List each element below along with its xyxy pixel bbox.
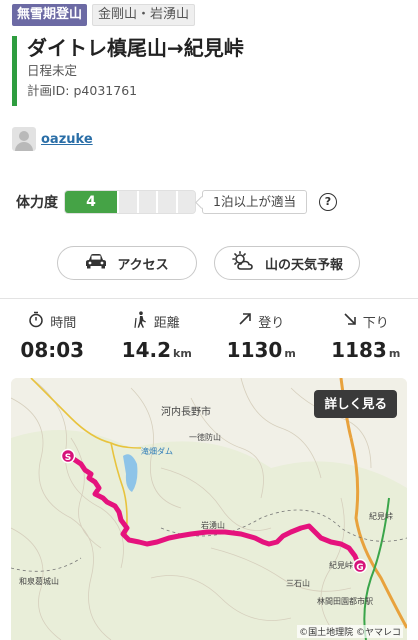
map-label-dam: 滝畑ダム <box>141 447 173 456</box>
schedule-text: 日程未定 <box>27 63 78 78</box>
stat-time: 時間 08:03 <box>0 310 105 362</box>
stat-ascent-label: 登り <box>258 315 285 331</box>
stamina-segment <box>156 191 176 213</box>
goal-label: G <box>356 563 363 573</box>
stat-descent-unit: m <box>388 347 401 360</box>
map-label-iwawaki: 岩湧山 <box>201 521 225 530</box>
stamina-level: 4 <box>65 191 117 213</box>
map-label-kimi: 紀見峠 <box>329 561 353 570</box>
hiker-icon <box>134 310 148 332</box>
arrow-down-right-icon <box>343 312 357 330</box>
access-button[interactable]: アクセス <box>57 246 197 280</box>
stat-ascent: 登り 1130 m <box>209 310 314 362</box>
stamina-note: 1泊以上が適当 <box>202 190 307 214</box>
stats-row: 時間 08:03 距離 14.2 km 登り 1130 m 下り 1183 m <box>0 310 418 362</box>
stat-distance-value: 14.2 <box>121 338 172 362</box>
arrow-up-right-icon <box>238 312 252 330</box>
season-tag: 無雪期登山 <box>12 4 88 26</box>
stat-descent-value: 1183 <box>331 338 387 362</box>
stamina-row: 体力度 4 1泊以上が適当 ? <box>16 190 337 214</box>
stamina-segment <box>117 191 137 213</box>
route-map[interactable]: S G 河内長野市 一徳防山 滝畑ダム 岩湧山 紀見峠 紀見峠 三石山 林間田園… <box>11 378 407 640</box>
stat-distance: 距離 14.2 km <box>105 310 210 362</box>
access-label: アクセス <box>117 257 169 273</box>
stamina-segment <box>175 191 195 213</box>
stat-ascent-value: 1130 <box>226 338 283 362</box>
stat-time-label: 時間 <box>50 315 77 331</box>
area-tag[interactable]: 金剛山・岩湧山 <box>92 4 196 26</box>
timer-icon <box>28 311 44 332</box>
map-detail-button[interactable]: 詳しく見る <box>314 390 397 418</box>
help-icon[interactable]: ? <box>318 193 337 211</box>
weather-label: 山の天気予報 <box>264 257 343 273</box>
start-label: S <box>65 453 71 463</box>
stamina-segment <box>136 191 156 213</box>
stat-distance-unit: km <box>173 347 192 360</box>
stat-descent-label: 下り <box>362 315 389 331</box>
weather-icon <box>231 251 255 275</box>
tags: 無雪期登山 金剛山・岩湧山 <box>12 4 196 26</box>
stamina-label: 体力度 <box>16 195 58 211</box>
map-label-kimi-e: 紀見峠 <box>369 512 393 521</box>
plan-header: ダイトレ槙尾山→紀見峠 日程未定 計画ID: p4031761 <box>12 36 406 106</box>
username-link[interactable]: oazuke <box>41 132 93 147</box>
stat-time-value: 08:03 <box>20 338 85 362</box>
map-credit: ©国土地理院 ©ヤマレコ <box>297 625 403 638</box>
divider <box>0 298 418 299</box>
map-label-peak: 一徳防山 <box>189 433 221 442</box>
map-label-izumi: 和泉葛城山 <box>19 577 59 586</box>
weather-button[interactable]: 山の天気予報 <box>214 246 360 280</box>
stat-distance-label: 距離 <box>153 315 180 331</box>
map-label-mitsuishi: 三石山 <box>286 579 310 588</box>
stamina-meter: 4 <box>64 190 196 214</box>
user-row[interactable]: oazuke <box>12 127 93 151</box>
page-title: ダイトレ槙尾山→紀見峠 <box>27 36 244 60</box>
stat-descent: 下り 1183 m <box>314 310 418 362</box>
plan-id-text: 計画ID: p4031761 <box>27 83 138 98</box>
map-label-city: 河内長野市 <box>161 407 211 418</box>
avatar[interactable] <box>12 127 36 151</box>
map-label-rinkan: 林間田園都市駅 <box>317 597 373 606</box>
car-icon <box>85 253 107 273</box>
stat-ascent-unit: m <box>284 347 296 360</box>
